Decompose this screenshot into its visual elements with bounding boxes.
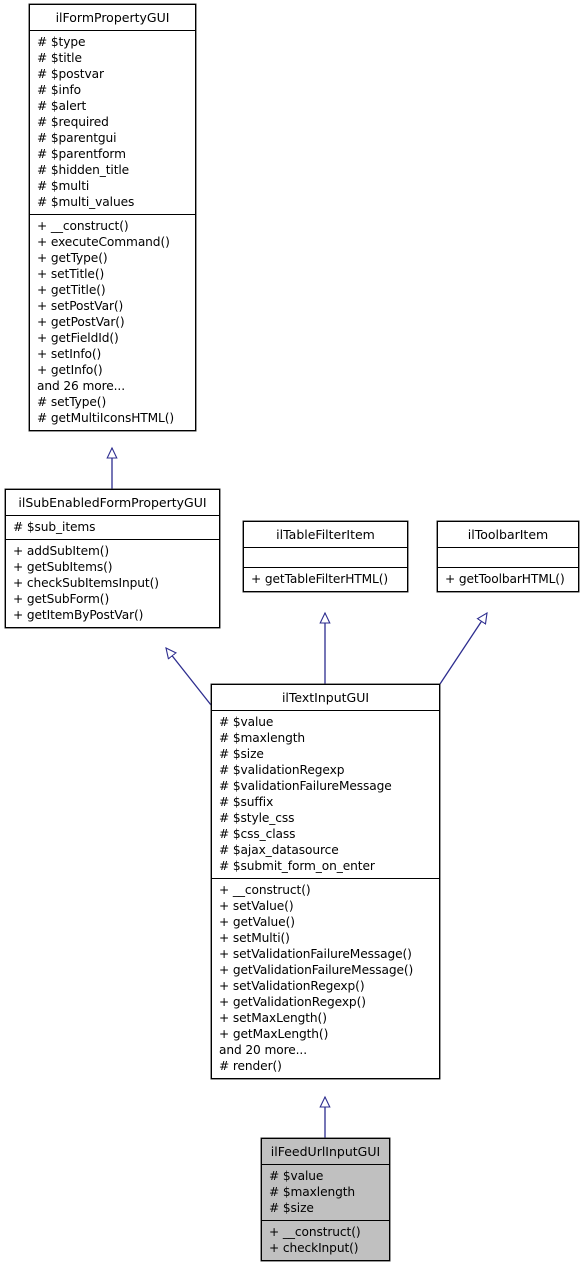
operation-row: + getSubForm() <box>13 592 110 606</box>
attribute-row: # $parentgui <box>37 131 117 145</box>
attribute-row: # $sub_items <box>13 520 96 534</box>
attribute-row: # $maxlength <box>269 1185 356 1199</box>
attribute-row: # $submit_form_on_enter <box>219 859 375 873</box>
attribute-row: # $info <box>37 83 81 97</box>
class-box-ilfeedurlinputgui[interactable]: ilFeedUrlInputGUI # $value # $maxlength … <box>261 1138 390 1261</box>
attribute-row: # $style_css <box>219 811 295 825</box>
attribute-row: # $ajax_datasource <box>219 843 339 857</box>
attribute-row: # $suffix <box>219 795 274 809</box>
operations-compartment: + __construct() + executeCommand() + get… <box>30 215 195 430</box>
operation-row: + setTitle() <box>37 267 105 281</box>
class-title: ilFeedUrlInputGUI <box>262 1139 389 1165</box>
operation-row: + executeCommand() <box>37 235 170 249</box>
operation-row: + getItemByPostVar() <box>13 608 144 622</box>
attribute-row: # $validationFailureMessage <box>219 779 392 793</box>
operation-row: + getValidationFailureMessage() <box>219 963 414 977</box>
attribute-row: # $type <box>37 35 86 49</box>
class-box-ilformpropertygui[interactable]: ilFormPropertyGUI # $type # $title # $po… <box>29 4 196 431</box>
attributes-compartment <box>438 548 578 568</box>
operation-row: + getTableFilterHTML() <box>251 572 389 586</box>
attribute-row: # $alert <box>37 99 87 113</box>
operation-row: + getToolbarHTML() <box>445 572 565 586</box>
attribute-row: # $title <box>37 51 82 65</box>
operation-row: + setValidationRegexp() <box>219 979 365 993</box>
class-title: ilTableFilterItem <box>244 522 407 548</box>
operation-row: + setValue() <box>219 899 294 913</box>
attribute-row: # $size <box>269 1201 314 1215</box>
edge-textinput-to-subenabled <box>166 648 212 706</box>
operation-row: + __construct() <box>219 883 311 897</box>
attribute-row: # $value <box>219 715 274 729</box>
class-box-iltoolbaritem[interactable]: ilToolbarItem + getToolbarHTML() <box>437 521 579 592</box>
attributes-compartment: # $value # $maxlength # $size <box>262 1165 389 1221</box>
attribute-row: # $hidden_title <box>37 163 130 177</box>
edge-textinput-to-toolbaritem <box>439 613 487 685</box>
attributes-compartment: # $sub_items <box>6 516 219 540</box>
operation-row: + __construct() <box>269 1225 361 1239</box>
attribute-row: # $css_class <box>219 827 296 841</box>
operation-row: + setMulti() <box>219 931 290 945</box>
operation-row-more: and 20 more... <box>219 1043 307 1057</box>
class-title: ilTextInputGUI <box>212 685 439 711</box>
operation-row-more: and 26 more... <box>37 379 125 393</box>
attributes-compartment <box>244 548 407 568</box>
operations-compartment: + __construct() + setValue() + getValue(… <box>212 879 439 1078</box>
operations-compartment: + addSubItem() + getSubItems() + checkSu… <box>6 540 219 627</box>
class-title: ilToolbarItem <box>438 522 578 548</box>
operation-row: + getMaxLength() <box>219 1027 329 1041</box>
operation-row: + getFieldId() <box>37 331 119 345</box>
attribute-row: # $size <box>219 747 264 761</box>
attribute-row: # $multi <box>37 179 90 193</box>
attribute-row: # $maxlength <box>219 731 306 745</box>
operation-row: + checkSubItemsInput() <box>13 576 159 590</box>
attribute-row: # $multi_values <box>37 195 135 209</box>
operation-row: + setValidationFailureMessage() <box>219 947 412 961</box>
attribute-row: # $required <box>37 115 109 129</box>
operation-row: + getPostVar() <box>37 315 125 329</box>
class-title: ilFormPropertyGUI <box>30 5 195 31</box>
operation-row: + setMaxLength() <box>219 1011 327 1025</box>
operation-row: + addSubItem() <box>13 544 110 558</box>
operation-row: # render() <box>219 1059 282 1073</box>
operation-row: + getInfo() <box>37 363 103 377</box>
attribute-row: # $parentform <box>37 147 126 161</box>
class-title: ilSubEnabledFormPropertyGUI <box>6 490 219 516</box>
operations-compartment: + getToolbarHTML() <box>438 568 578 591</box>
operation-row: + getType() <box>37 251 108 265</box>
operation-row: # getMultiIconsHTML() <box>37 411 175 425</box>
attribute-row: # $postvar <box>37 67 104 81</box>
attributes-compartment: # $type # $title # $postvar # $info # $a… <box>30 31 195 215</box>
operation-row: + getSubItems() <box>13 560 113 574</box>
operations-compartment: + __construct() + checkInput() <box>262 1221 389 1260</box>
operation-row: + setPostVar() <box>37 299 124 313</box>
class-box-iltextinputgui[interactable]: ilTextInputGUI # $value # $maxlength # $… <box>211 684 440 1079</box>
operations-compartment: + getTableFilterHTML() <box>244 568 407 591</box>
attribute-row: # $validationRegexp <box>219 763 345 777</box>
uml-class-diagram: ilFormPropertyGUI # $type # $title # $po… <box>0 0 584 1269</box>
class-box-iltablefilteritem[interactable]: ilTableFilterItem + getTableFilterHTML() <box>243 521 408 592</box>
attribute-row: # $value <box>269 1169 324 1183</box>
operation-row: + checkInput() <box>269 1241 359 1255</box>
operation-row: + getTitle() <box>37 283 106 297</box>
operation-row: + __construct() <box>37 219 129 233</box>
attributes-compartment: # $value # $maxlength # $size # $validat… <box>212 711 439 879</box>
operation-row: # setType() <box>37 395 107 409</box>
class-box-ilsubenabledformpropertygui[interactable]: ilSubEnabledFormPropertyGUI # $sub_items… <box>5 489 220 628</box>
operation-row: + setInfo() <box>37 347 102 361</box>
operation-row: + getValidationRegexp() <box>219 995 366 1009</box>
operation-row: + getValue() <box>219 915 295 929</box>
